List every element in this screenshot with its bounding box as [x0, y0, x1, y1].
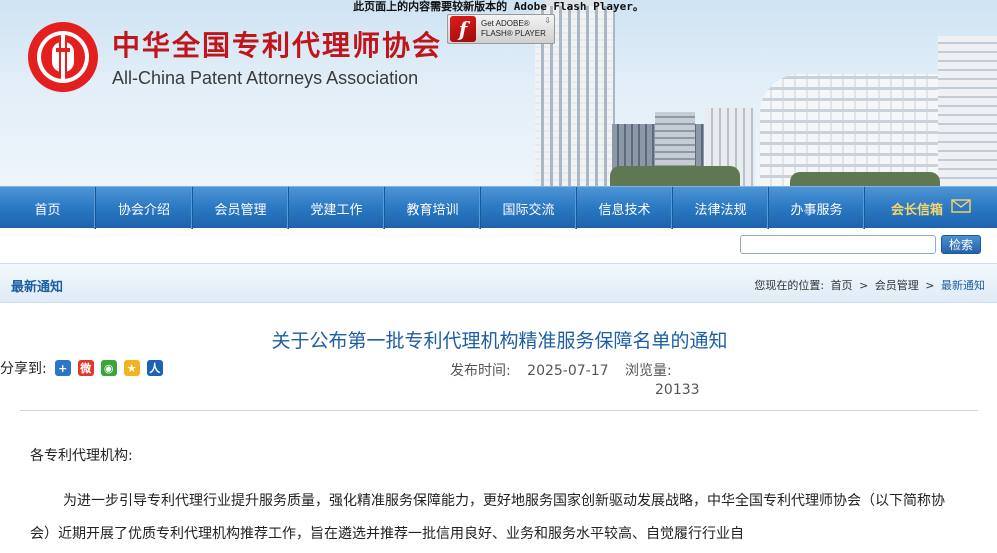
nav-item-about[interactable]: 协会介绍	[96, 187, 193, 229]
views-label: 浏览量:	[625, 363, 672, 379]
search-button[interactable]: 检索	[941, 235, 981, 254]
breadcrumb: 您现在的位置: 首页 > 会员管理 > 最新通知	[751, 277, 985, 293]
divider	[20, 410, 978, 411]
building-decoration	[938, 36, 997, 186]
nav-item-members[interactable]: 会员管理	[193, 187, 289, 229]
flash-notice: 此页面上的内容需要较新版本的 Adobe Flash Player。	[353, 0, 644, 13]
nav-item-home[interactable]: 首页	[0, 187, 96, 229]
share-label: 分享到:	[0, 361, 47, 377]
wechat-icon[interactable]: ◉	[100, 360, 117, 376]
breadcrumb-members[interactable]: 会员管理	[875, 279, 919, 292]
association-logo-icon	[28, 22, 98, 92]
search-input[interactable]	[740, 235, 936, 254]
mail-icon	[951, 199, 971, 217]
nav-item-law[interactable]: 法律法规	[673, 187, 769, 229]
article-meta: 发布时间: 2025-07-17 浏览量:	[450, 360, 684, 382]
renren-icon[interactable]: 人	[146, 360, 163, 376]
nav-item-president-mailbox[interactable]: 会长信箱	[865, 187, 997, 229]
tree-decoration	[610, 166, 740, 186]
site-header: 此页面上的内容需要较新版本的 Adobe Flash Player。 f Get…	[0, 0, 997, 186]
nav-item-it[interactable]: 信息技术	[577, 187, 673, 229]
share-icons: + 微 ◉ ★ 人	[54, 360, 170, 376]
breadcrumb-separator: >	[925, 279, 935, 292]
article-title: 关于公布第一批专利代理机构精准服务保障名单的通知	[271, 330, 728, 352]
nav-item-training[interactable]: 教育培训	[385, 187, 481, 229]
site-title-cn: 中华全国专利代理师协会	[112, 29, 443, 62]
share-more-icon[interactable]: +	[54, 360, 71, 376]
nav-item-services[interactable]: 办事服务	[769, 187, 865, 229]
breadcrumb-current[interactable]: 最新通知	[941, 279, 985, 292]
breadcrumb-separator: >	[859, 279, 869, 292]
flash-logo-icon: f	[450, 16, 476, 42]
publish-date: 2025-07-17	[527, 363, 609, 379]
breadcrumb-home[interactable]: 首页	[831, 279, 853, 292]
share-bar: 分享到: + 微 ◉ ★ 人	[0, 358, 170, 378]
nav-item-party[interactable]: 党建工作	[289, 187, 385, 229]
section-title: 最新通知	[11, 280, 64, 295]
flash-badge-text: Get ADOBE® FLASH® PLAYER	[481, 19, 546, 38]
breadcrumb-prefix: 您现在的位置:	[754, 279, 825, 292]
section-bar: 最新通知 您现在的位置: 首页 > 会员管理 > 最新通知	[0, 263, 997, 303]
nav-item-international[interactable]: 国际交流	[481, 187, 577, 229]
qzone-icon[interactable]: ★	[123, 360, 140, 376]
publish-label: 发布时间:	[450, 363, 511, 379]
main-navigation: 首页 协会介绍 会员管理 党建工作 教育培训 国际交流 信息技术 法律法规 办事…	[0, 186, 997, 229]
article-greeting: 各专利代理机构:	[30, 448, 133, 464]
views-count: 20133	[655, 382, 700, 398]
download-arrow-icon: ⇩	[544, 16, 551, 25]
article-paragraph: 为进一步引导专利代理行业提升服务质量，强化精准服务保障能力，更好地服务国家创新驱…	[30, 493, 945, 542]
site-title-en: All-China Patent Attorneys Association	[112, 68, 419, 88]
get-flash-player-badge[interactable]: f Get ADOBE® FLASH® PLAYER ⇩	[447, 14, 555, 44]
weibo-icon[interactable]: 微	[77, 360, 94, 376]
tree-decoration	[790, 172, 940, 186]
